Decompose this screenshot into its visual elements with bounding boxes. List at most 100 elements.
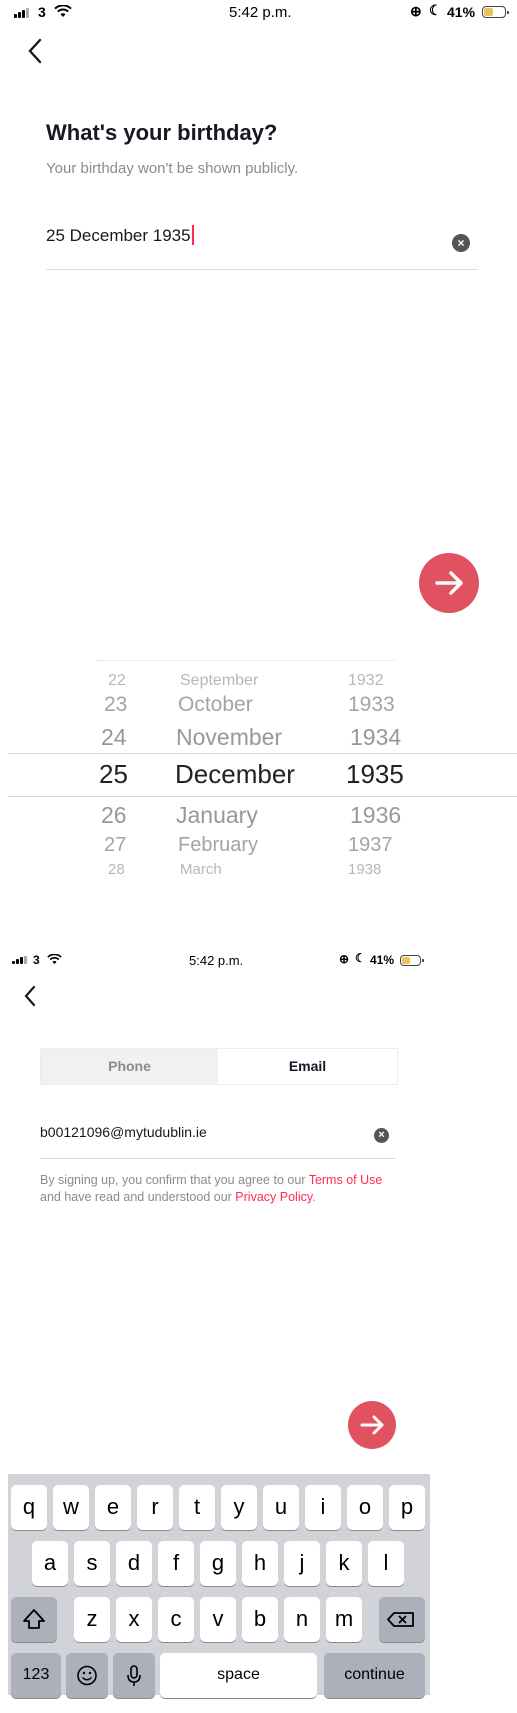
key-b[interactable]: b: [242, 1597, 278, 1642]
key-z[interactable]: z: [74, 1597, 110, 1642]
shift-icon: [23, 1609, 45, 1629]
battery-percent: 41%: [370, 953, 395, 967]
picker-year[interactable]: 1933: [348, 693, 395, 717]
key-g[interactable]: g: [200, 1541, 236, 1586]
key-d[interactable]: d: [116, 1541, 152, 1586]
picker-day[interactable]: 24: [101, 724, 127, 751]
picker-year[interactable]: 1934: [350, 724, 401, 751]
key-k[interactable]: k: [326, 1541, 362, 1586]
key-u[interactable]: u: [263, 1485, 299, 1530]
backspace-icon: [387, 1612, 414, 1627]
battery-percent: 41%: [447, 4, 476, 20]
picker-selection-top: [8, 753, 517, 754]
key-t[interactable]: t: [179, 1485, 215, 1530]
status-time: 5:42 p.m.: [189, 953, 244, 968]
rotation-lock-icon: ⊕: [410, 3, 422, 19]
key-e[interactable]: e: [95, 1485, 131, 1530]
email-input[interactable]: b00121096@mytudublin.ie ×: [40, 1124, 396, 1159]
status-bar: 3 5:42 p.m. ⊕ ☾ 41%: [0, 0, 517, 26]
dictation-key[interactable]: [113, 1653, 155, 1698]
tab-phone[interactable]: Phone: [41, 1049, 218, 1084]
keyboard: q w e r t y u i o p a s d f g h j k l z …: [8, 1474, 430, 1698]
key-h[interactable]: h: [242, 1541, 278, 1586]
back-chevron-icon[interactable]: [23, 985, 37, 1007]
arrow-right-icon: [360, 1415, 384, 1435]
key-y[interactable]: y: [221, 1485, 257, 1530]
emoji-key[interactable]: [66, 1653, 108, 1698]
key-r[interactable]: r: [137, 1485, 173, 1530]
picker-day[interactable]: 27: [104, 834, 126, 857]
key-f[interactable]: f: [158, 1541, 194, 1586]
emoji-icon: [77, 1665, 97, 1686]
picker-month-selected[interactable]: December: [175, 759, 295, 790]
next-button[interactable]: [419, 553, 479, 613]
clear-icon[interactable]: ×: [452, 234, 470, 252]
key-i[interactable]: i: [305, 1485, 341, 1530]
numbers-key[interactable]: 123: [11, 1653, 61, 1698]
signal-icon: [12, 956, 27, 964]
terms-text: and have read and understood our: [40, 1190, 236, 1204]
carrier-label: 3: [38, 4, 46, 20]
wifi-icon: [54, 5, 72, 17]
picker-selection-bottom: [8, 796, 517, 797]
battery-icon: [400, 955, 424, 966]
picker-year[interactable]: 1932: [348, 672, 384, 690]
key-a[interactable]: a: [32, 1541, 68, 1586]
battery-icon: [482, 6, 509, 18]
picker-year[interactable]: 1938: [348, 861, 381, 878]
moon-icon: ☾: [355, 951, 366, 965]
next-button[interactable]: [348, 1401, 396, 1449]
status-bar-2: 3 5:42 p.m. ⊕ ☾ 41%: [0, 950, 440, 974]
picker-month[interactable]: November: [176, 724, 282, 751]
arrow-right-icon: [435, 571, 463, 595]
page-subtitle: Your birthday won't be shown publicly.: [46, 160, 299, 177]
clear-icon[interactable]: ×: [374, 1128, 389, 1143]
key-x[interactable]: x: [116, 1597, 152, 1642]
tab-email[interactable]: Email: [218, 1049, 397, 1084]
terms-notice: By signing up, you confirm that you agre…: [40, 1172, 400, 1206]
key-c[interactable]: c: [158, 1597, 194, 1642]
picker-day[interactable]: 26: [101, 802, 127, 829]
key-q[interactable]: q: [11, 1485, 47, 1530]
picker-day[interactable]: 28: [108, 861, 125, 878]
picker-month[interactable]: February: [178, 834, 258, 857]
privacy-policy-link[interactable]: Privacy Policy: [235, 1190, 312, 1204]
key-l[interactable]: l: [368, 1541, 404, 1586]
key-m[interactable]: m: [326, 1597, 362, 1642]
picker-day-selected[interactable]: 25: [99, 759, 128, 790]
microphone-icon: [127, 1665, 141, 1686]
carrier-label: 3: [33, 953, 40, 967]
terms-of-use-link[interactable]: Terms of Use: [309, 1173, 383, 1187]
back-chevron-icon[interactable]: [27, 38, 43, 64]
text-caret: [191, 225, 194, 245]
picker-day[interactable]: 23: [104, 693, 127, 717]
rotation-lock-icon: ⊕: [339, 952, 350, 966]
wifi-icon: [47, 954, 62, 965]
key-p[interactable]: p: [389, 1485, 425, 1530]
space-key[interactable]: space: [160, 1653, 317, 1698]
shift-key[interactable]: [11, 1597, 57, 1642]
birthday-input[interactable]: 25 December 1935 ×: [46, 225, 478, 270]
page-title: What's your birthday?: [46, 120, 278, 145]
key-n[interactable]: n: [284, 1597, 320, 1642]
continue-key[interactable]: continue: [324, 1653, 425, 1698]
birthday-value: 25 December 1935: [46, 226, 191, 245]
key-j[interactable]: j: [284, 1541, 320, 1586]
moon-icon: ☾: [429, 2, 442, 18]
date-picker[interactable]: 22 September 1932 23 October 1933 24 Nov…: [0, 660, 517, 890]
terms-text: By signing up, you confirm that you agre…: [40, 1173, 309, 1187]
picker-year[interactable]: 1936: [350, 802, 401, 829]
key-s[interactable]: s: [74, 1541, 110, 1586]
picker-year[interactable]: 1937: [348, 834, 393, 857]
picker-month[interactable]: January: [176, 802, 258, 829]
picker-day[interactable]: 22: [108, 672, 126, 690]
key-o[interactable]: o: [347, 1485, 383, 1530]
backspace-key[interactable]: [379, 1597, 425, 1642]
key-w[interactable]: w: [53, 1485, 89, 1530]
picker-month[interactable]: September: [180, 672, 258, 690]
picker-month[interactable]: March: [180, 861, 222, 878]
key-v[interactable]: v: [200, 1597, 236, 1642]
picker-month[interactable]: October: [178, 693, 253, 717]
picker-year-selected[interactable]: 1935: [346, 759, 404, 790]
email-value: b00121096@mytudublin.ie: [40, 1124, 207, 1140]
